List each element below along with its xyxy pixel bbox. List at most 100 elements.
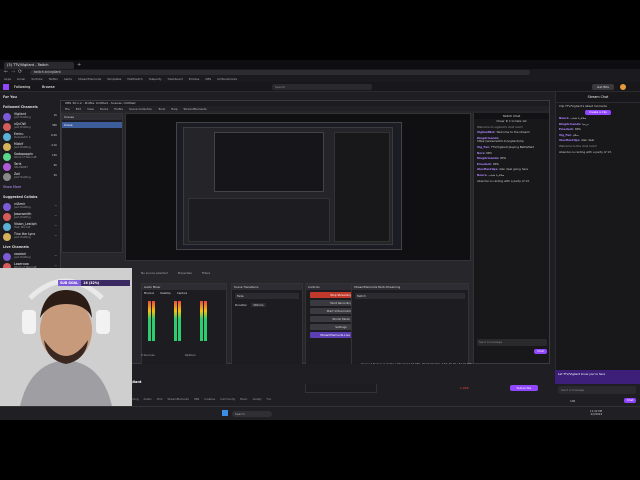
scene-list-item[interactable]: Scene xyxy=(62,122,122,128)
obs-menu-item[interactable]: Edit xyxy=(76,107,81,111)
nav-following[interactable]: Following xyxy=(14,85,30,89)
channel-viewers: — xyxy=(54,224,57,227)
bookmark-item[interactable]: Gmail xyxy=(17,77,25,81)
chat-username[interactable]: Vig_Fan xyxy=(477,145,489,149)
bookmark-item[interactable]: All Bookmarks xyxy=(217,77,237,81)
get-bits-button[interactable]: Get Bits xyxy=(592,84,614,90)
channel-viewers: 9K xyxy=(53,164,57,167)
sidebar-channel[interactable]: Emiru Overwatch 2 6.2K xyxy=(0,132,60,142)
sidebar-channel[interactable]: Mizkif Just Chatting 4.1K xyxy=(0,142,60,152)
sidebar-channel[interactable]: xaadari Just Chatting — xyxy=(0,252,60,262)
options-button[interactable]: Options xyxy=(185,353,196,357)
url-input[interactable]: twitch.tv/vigilant xyxy=(30,70,530,75)
sidebar-channel[interactable]: Vision_Lestiph Hear Me Out — xyxy=(0,222,60,232)
sidebar-channel[interactable]: xQcOW Just Chatting 38K xyxy=(0,122,60,132)
bookmark-item[interactable]: Alerts xyxy=(64,77,72,81)
bookmark-item[interactable]: YouTube xyxy=(31,77,42,81)
clip-prompt: Clip TTV/Vigilant's latest moments xyxy=(559,104,608,108)
properties-button[interactable]: Properties xyxy=(178,271,192,275)
obs-menu-item[interactable]: Docks xyxy=(100,107,108,111)
stream-tags: EnglishGamingArabicChillStreamElementsOB… xyxy=(60,396,555,402)
sidebar-channel[interactable]: Jasonsmith Just Chatting — xyxy=(0,212,60,222)
obs-menu-item[interactable]: File xyxy=(65,107,70,111)
obs-chat-input[interactable]: Send a message xyxy=(477,339,547,346)
chat-username[interactable]: AlexHasClips xyxy=(477,167,497,172)
nav-browse[interactable]: Browse xyxy=(42,85,55,89)
forward-icon[interactable]: → xyxy=(11,69,15,75)
obs-menu-item[interactable]: Help xyxy=(171,107,177,111)
stream-tag[interactable]: Music xyxy=(240,398,247,401)
stream-tag[interactable]: StreamElements xyxy=(167,398,188,401)
twitch-logo-icon[interactable] xyxy=(3,84,9,90)
channel-avatar xyxy=(3,143,11,151)
channel-viewers: — xyxy=(54,204,57,207)
chat-username[interactable]: Noura xyxy=(559,116,569,120)
duration-label: Duration xyxy=(235,303,248,307)
windows-start-icon[interactable] xyxy=(222,410,228,416)
bookmark-item[interactable]: OBS xyxy=(205,77,211,81)
avatar[interactable] xyxy=(620,84,626,90)
audio-meters xyxy=(142,297,226,346)
search-input[interactable]: Search xyxy=(272,84,372,90)
for-you-heading: For You xyxy=(3,95,17,99)
stream-tag[interactable]: Creative xyxy=(204,398,215,401)
reload-icon[interactable]: ⟳ xyxy=(18,69,22,75)
sidebar-channel[interactable]: Tino the Lynx Just Chatting — xyxy=(0,232,60,242)
show-more-link[interactable]: Show More xyxy=(0,182,60,192)
chat-send-button[interactable]: Chat xyxy=(624,398,636,403)
chat-input[interactable]: Send a message xyxy=(558,386,636,394)
bookmark-item[interactable]: Teleparty xyxy=(149,77,162,81)
sidebar-channel[interactable]: Tarik VALORANT 9K xyxy=(0,162,60,172)
bookmark-item[interactable]: Templates xyxy=(107,77,121,81)
stream-tag[interactable]: Community xyxy=(220,398,235,401)
audio-channel-label: Mic/Aux xyxy=(144,292,155,295)
bookmark-item[interactable]: Dashboard xyxy=(168,77,183,81)
chat-username[interactable]: KingArmando xyxy=(477,156,498,160)
chat-username[interactable]: KingArmando xyxy=(559,122,580,126)
obs-menu-item[interactable]: Tools xyxy=(158,107,165,111)
stream-tag[interactable]: OBS xyxy=(194,398,199,401)
bookmark-item[interactable]: Emotes xyxy=(189,77,199,81)
stream-tag[interactable]: Chill xyxy=(157,398,163,401)
taskbar: Search 11:42 PM 4/3/2024 xyxy=(0,406,640,420)
chat-text: https://www.twitch.tv/vigilant/clip xyxy=(477,139,524,144)
filters-button[interactable]: Filters xyxy=(202,271,210,275)
sidebar-channel[interactable]: vilAmirJust Chatting— xyxy=(0,202,60,212)
stream-tag[interactable]: Fun xyxy=(267,398,272,401)
chat-username[interactable]: VigilantBot xyxy=(477,130,495,134)
multistream-item[interactable]: Twitch xyxy=(355,293,465,299)
sidebar-channel[interactable]: Sodapoppin World of Warcraft 12K xyxy=(0,152,60,162)
chat-username[interactable]: Vig_Fan xyxy=(559,133,571,137)
obs-menu-item[interactable]: Scene Collection xyxy=(129,107,152,111)
create-clip-button[interactable]: Create a Clip xyxy=(585,110,611,115)
bookmark-item[interactable]: Multitwitch xyxy=(127,77,142,81)
bookmark-item[interactable]: Apps xyxy=(4,77,11,81)
raid-banner[interactable]: Let TTV/Vigilant know you're here xyxy=(555,370,640,384)
obs-chat-send-button[interactable]: Chat xyxy=(534,349,547,354)
obs-menu-item[interactable]: StreamElements xyxy=(183,107,206,111)
taskbar-search[interactable]: Search xyxy=(232,411,272,417)
transition-select[interactable]: Fade xyxy=(235,293,299,299)
obs-menu-item[interactable]: Profile xyxy=(114,107,123,111)
back-icon[interactable]: ← xyxy=(4,69,8,75)
obs-preview[interactable] xyxy=(125,113,471,261)
bookmark-item[interactable]: Twitter xyxy=(48,77,57,81)
browser-tab[interactable]: (3) TTV/Vigilant - Twitch xyxy=(4,62,74,69)
duration-input[interactable]: 300 ms xyxy=(251,303,266,307)
bookmark-item[interactable]: StreamElements xyxy=(78,77,101,81)
stream-tag[interactable]: Arabic xyxy=(144,398,152,401)
stream-tag[interactable]: Variety xyxy=(253,398,262,401)
channel-points[interactable]: 100 xyxy=(570,399,575,403)
chat-username[interactable]: Emedeck xyxy=(477,162,491,166)
sidebar-channel[interactable]: Vigilant Just Chatting 1K xyxy=(0,112,60,122)
channel-game: Hear Me Out xyxy=(14,226,31,229)
chat-username[interactable]: Noura xyxy=(477,173,487,177)
channel-avatar xyxy=(3,163,11,171)
chat-username[interactable]: AlexHasClips xyxy=(559,138,579,143)
chat-username[interactable]: Nora xyxy=(477,151,485,155)
new-tab-icon[interactable]: + xyxy=(77,62,81,68)
obs-menu-item[interactable]: View xyxy=(87,107,94,111)
sidebar-channel[interactable]: Zoil Just Chatting 2K xyxy=(0,172,60,182)
subscribe-button[interactable]: Subscribe xyxy=(510,385,538,391)
chat-username[interactable]: Emedeck xyxy=(559,127,573,131)
